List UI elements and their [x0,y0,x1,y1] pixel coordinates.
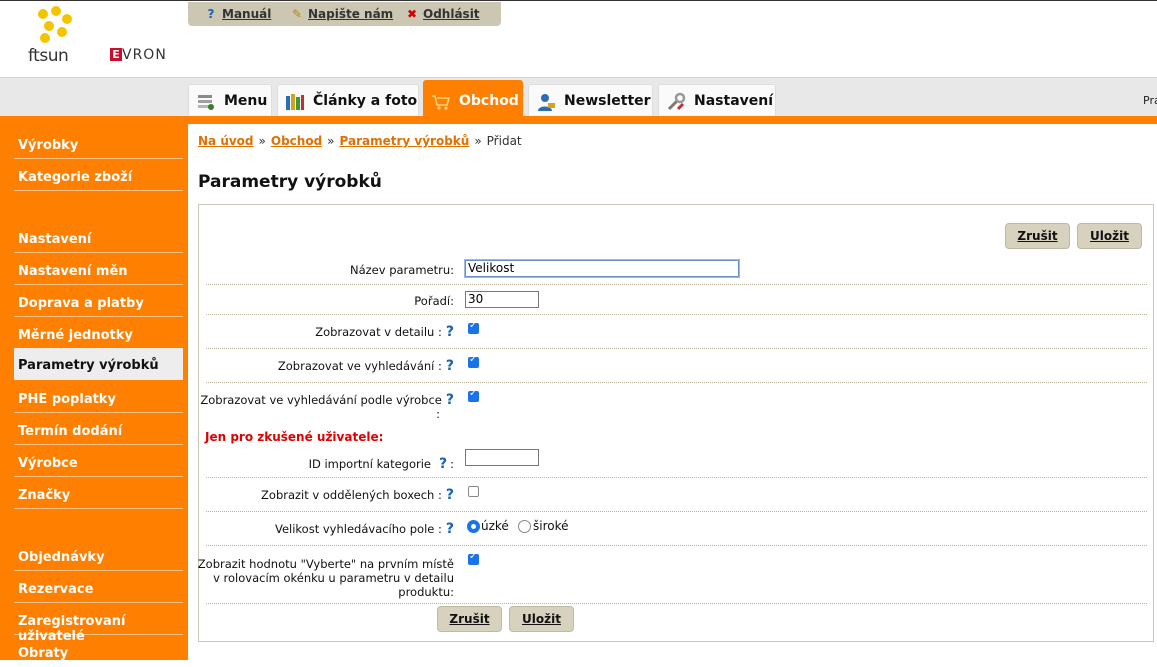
help-icon[interactable]: ? [446,325,454,339]
sidebar-item-manufacturer[interactable]: Výrobce [14,446,183,477]
show-choose-label: Zobrazit hodnotu "Vyberte" na prvním mís… [197,557,454,599]
separate-boxes-checkbox[interactable] [468,486,479,497]
sidebar-item-turnover[interactable]: Obraty [14,636,183,667]
sidebar-item-products[interactable]: Výrobky [14,128,183,159]
evron-logo-text: VRON [122,47,167,63]
sidebar-item-reservations[interactable]: Rezervace [14,572,183,603]
cancel-button-bottom[interactable]: Zrušit [437,606,502,632]
top-border [0,0,1157,1]
manual-link[interactable]: ? Manuál [204,7,272,21]
sidebar-item-settings[interactable]: Nastavení [14,222,183,253]
show-detail-checkbox[interactable] [468,320,479,334]
tab-articles[interactable]: Články a foto [277,84,419,117]
tab-newsletter[interactable]: Newsletter [528,84,653,117]
row-separator [206,314,1147,315]
ftsun-logo-text: ftsun [28,46,69,66]
save-button-bottom[interactable]: Uložit [509,606,574,632]
row-separator [206,477,1147,478]
show-detail-label: Zobrazovat v detailu :? [315,324,454,340]
sidebar-item-delivery-time[interactable]: Termín dodání [14,414,183,445]
name-label: Název parametru: [349,263,454,277]
show-choose-checkbox[interactable] [468,551,479,565]
save-button-top[interactable]: Uložit [1077,223,1142,249]
breadcrumb-separator: » [258,134,266,148]
header-right-text: Pra [1143,94,1157,107]
show-search-checkbox[interactable] [468,354,479,368]
sidebar-item-categories[interactable]: Kategorie zboží [14,160,183,191]
tab-settings[interactable]: Nastavení [658,84,776,117]
breadcrumb: Na úvod » Obchod » Parametry výrobků » Přidat [198,134,522,148]
row-separator [206,348,1147,349]
row-separator [206,382,1147,383]
row-separator [206,603,1147,604]
nav-underline [0,116,1157,124]
separate-boxes-label: Zobrazit v oddělených boxech :? [261,487,454,503]
evron-logo-mark: E [110,48,122,61]
name-input[interactable]: Velikost [465,260,739,277]
radio-narrow[interactable] [467,520,480,533]
order-input[interactable]: 30 [465,291,539,308]
ftsun-logo-dots-icon [38,6,72,43]
close-icon: ✖ [406,7,418,21]
sidebar-item-phe-fees[interactable]: PHE poplatky [14,382,183,413]
breadcrumb-home[interactable]: Na úvod [198,134,254,148]
sidebar-item-units[interactable]: Měrné jednotky [14,318,183,349]
user-icon [538,94,555,111]
ftsun-logo: ftsun [26,6,86,66]
help-icon: ? [207,7,215,21]
logout-link[interactable]: ✖ Odhlásit [405,7,480,21]
sidebar-item-brands[interactable]: Značky [14,478,183,509]
evron-logo: E VRON [110,48,167,64]
contact-link[interactable]: ✎ Napište nám [290,7,393,21]
radio-wide[interactable] [518,520,531,533]
tools-icon [667,92,686,111]
tab-shop[interactable]: Obchod [423,80,523,120]
expert-note: Jen pro zkušené uživatele: [205,430,384,444]
sidebar-item-currencies[interactable]: Nastavení měn [14,254,183,285]
sidebar-item-product-parameters[interactable]: Parametry výrobků [14,348,183,380]
books-icon [286,94,304,110]
show-search-manufacturer-checkbox[interactable] [468,388,479,402]
row-separator [206,284,1147,285]
radio-wide-label: široké [533,519,569,533]
help-icon[interactable]: ? [446,359,454,373]
radio-narrow-label: úzké [481,519,509,533]
sidebar-item-shipping[interactable]: Doprava a platby [14,286,183,317]
pencil-icon: ✎ [291,7,303,21]
cancel-button-top[interactable]: Zrušit [1005,223,1070,249]
help-icon[interactable]: ? [446,393,454,407]
top-links-bar: ? Manuál ✎ Napište nám ✖ Odhlásit [188,2,501,26]
breadcrumb-separator: » [474,134,482,148]
search-field-size-label: Velikost vyhledávacího pole :? [274,521,454,537]
row-separator [206,545,1147,546]
page-title: Parametry výrobků [198,172,382,192]
help-icon[interactable]: ? [446,488,454,502]
breadcrumb-current: Přidat [486,134,522,148]
help-icon[interactable]: ? [446,522,454,536]
sidebar-item-registered-users[interactable]: Zaregistrovaní uživatelé [14,604,183,644]
import-id-input[interactable] [465,449,539,466]
help-icon[interactable]: ? [439,457,447,471]
breadcrumb-parameters[interactable]: Parametry výrobků [340,134,470,148]
breadcrumb-separator: » [327,134,335,148]
menu-stack-icon [198,95,214,110]
row-separator [206,511,1147,512]
show-search-label: Zobrazovat ve vyhledávání :? [277,358,454,374]
order-label: Pořadí: [414,294,454,308]
breadcrumb-shop[interactable]: Obchod [271,134,322,148]
cart-icon [432,95,451,110]
import-id-label: ID importní kategorie?: [308,456,454,472]
tab-menu[interactable]: Menu [188,84,272,117]
sidebar-item-orders[interactable]: Objednávky [14,540,183,571]
show-search-manufacturer-label: Zobrazovat ve vyhledávání podle výrobce?… [200,392,454,421]
